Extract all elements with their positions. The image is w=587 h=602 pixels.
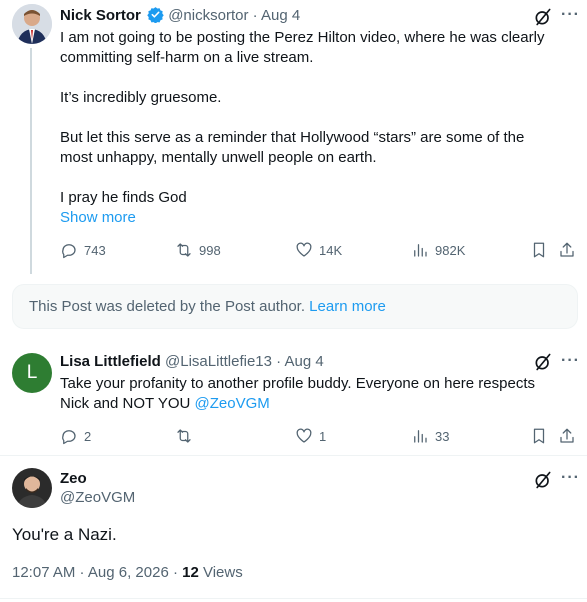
views-button[interactable]: 982K <box>411 241 465 259</box>
avatar-nick-sortor[interactable] <box>12 4 52 44</box>
divider <box>0 455 587 456</box>
divider <box>0 598 587 599</box>
views-button[interactable]: 33 <box>411 427 449 445</box>
post-date[interactable]: Aug 4 <box>285 353 324 370</box>
views-count: 33 <box>435 428 450 444</box>
deleted-post-notice: This Post was deleted by the Post author… <box>12 284 578 329</box>
display-name[interactable]: Zeo <box>60 470 87 487</box>
post-text: Nick and NOT YOU <box>60 395 191 412</box>
display-name[interactable]: Nick Sortor <box>60 7 141 24</box>
dot-separator: · <box>252 7 258 24</box>
share-button[interactable] <box>558 427 576 445</box>
thread-line <box>30 48 32 274</box>
like-button[interactable]: 14K <box>295 241 342 259</box>
like-icon <box>296 242 312 257</box>
post-line: committing self-harm on a live stream. <box>60 49 314 66</box>
reply-button[interactable]: 743 <box>60 241 106 259</box>
views-icon <box>414 244 427 257</box>
user-handle[interactable]: @LisaLittlefie13 <box>165 353 272 370</box>
post-body: Take your profanity to another profile b… <box>60 374 575 414</box>
grok-icon[interactable] <box>533 470 553 495</box>
user-handle[interactable]: @nicksortor <box>168 7 248 24</box>
repost-icon <box>177 429 191 443</box>
reply-button[interactable]: 2 <box>60 427 91 445</box>
post-body: I am not going to be posting the Perez H… <box>60 28 575 228</box>
post-line: But let this serve as a reminder that Ho… <box>60 129 525 146</box>
post-body: You're a Nazi. <box>12 525 117 544</box>
like-icon <box>296 428 312 443</box>
reply-icon <box>62 430 76 445</box>
timestamp-text[interactable]: 12:07 AM · Aug 6, 2026 · <box>12 564 182 581</box>
bookmark-icon <box>533 428 545 444</box>
post-line: It’s incredibly gruesome. <box>60 89 222 106</box>
deleted-notice-text: This Post was deleted by the Post author… <box>29 298 305 315</box>
avatar-zeo[interactable] <box>12 468 52 508</box>
post-header: Lisa Littlefield @LisaLittlefie13 · Aug … <box>60 352 324 372</box>
reply-count: 2 <box>84 428 92 444</box>
share-icon <box>560 428 574 443</box>
post-line: Take your profanity to another profile b… <box>60 375 535 392</box>
repost-button[interactable] <box>175 427 199 445</box>
views-count: 12 <box>182 564 199 581</box>
post-date[interactable]: Aug 4 <box>261 7 300 24</box>
mention-link[interactable]: @ZeoVGM <box>195 395 270 412</box>
views-label: Views <box>198 564 243 581</box>
avatar-letter: L <box>26 362 38 383</box>
user-handle[interactable]: @ZeoVGM <box>60 488 135 508</box>
learn-more-link[interactable]: Learn more <box>309 298 386 315</box>
post-timestamp: 12:07 AM · Aug 6, 2026 · 12 Views <box>12 563 243 583</box>
repost-button[interactable]: 998 <box>175 241 221 259</box>
display-name[interactable]: Lisa Littlefield <box>60 353 161 370</box>
bookmark-button[interactable] <box>530 427 548 445</box>
post-line: I am not going to be posting the Perez H… <box>60 29 545 46</box>
more-icon[interactable]: ··· <box>561 469 580 487</box>
reply-icon <box>62 244 76 259</box>
more-icon[interactable]: ··· <box>561 352 580 370</box>
post-line: I pray he finds God <box>60 189 187 206</box>
like-button[interactable]: 1 <box>295 427 326 445</box>
views-count: 982K <box>435 242 466 258</box>
like-count: 14K <box>319 242 343 258</box>
show-more-link[interactable]: Show more <box>60 208 575 228</box>
avatar-lisa-littlefield[interactable]: L <box>12 353 52 393</box>
repost-icon <box>177 243 191 257</box>
dot-separator: · <box>276 353 282 370</box>
repost-count: 998 <box>199 242 221 258</box>
like-count: 1 <box>319 428 327 444</box>
views-icon <box>414 430 427 443</box>
more-icon[interactable]: ··· <box>561 6 580 24</box>
share-icon <box>560 242 574 257</box>
share-button[interactable] <box>558 241 576 259</box>
post-line: Nick and NOT YOU @ZeoVGM <box>60 394 575 414</box>
bookmark-button[interactable] <box>530 241 548 259</box>
post-line: most unhappy, mentally unwell people on … <box>60 149 377 166</box>
bookmark-icon <box>533 242 545 258</box>
post-header: Zeo <box>60 469 87 489</box>
post-header: Nick Sortor @nicksortor · Aug 4 <box>60 6 300 29</box>
reply-count: 743 <box>84 242 106 258</box>
verified-badge-icon <box>147 6 164 29</box>
